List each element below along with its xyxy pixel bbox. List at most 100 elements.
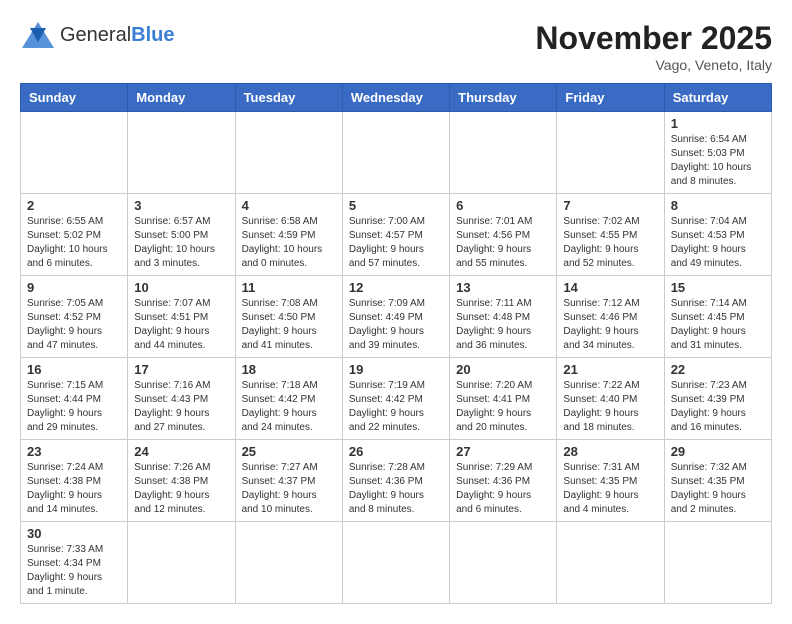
week-row-4: 16 Sunrise: 7:15 AM Sunset: 4:44 PM Dayli…: [21, 358, 772, 440]
day-number: 19: [349, 362, 443, 377]
day-cell: 28Sunrise: 7:31 AM Sunset: 4:35 PM Dayli…: [557, 440, 664, 522]
column-header-thursday: Thursday: [450, 84, 557, 112]
day-info: Sunrise: 7:18 AM Sunset: 4:42 PM Dayligh…: [242, 379, 336, 435]
day-cell: [21, 112, 128, 194]
day-number: 23: [27, 444, 121, 459]
day-number: 15: [671, 280, 765, 295]
day-cell: 27Sunrise: 7:29 AM Sunset: 4:36 PM Dayli…: [450, 440, 557, 522]
day-info: Sunrise: 7:33 AM Sunset: 4:34 PM Dayligh…: [27, 543, 121, 599]
month-title: November 2025: [535, 20, 772, 57]
day-cell: 13 Sunrise: 7:11 AM Sunset: 4:48 PM Dayli…: [450, 276, 557, 358]
day-number: 21: [563, 362, 657, 377]
day-number: 27: [456, 444, 550, 459]
week-row-2: 2 Sunrise: 6:55 AM Sunset: 5:02 PM Daylig…: [21, 194, 772, 276]
day-info: Sunrise: 7:22 AM Sunset: 4:40 PM Dayligh…: [563, 379, 657, 435]
day-info: Sunrise: 7:27 AM Sunset: 4:37 PM Dayligh…: [242, 461, 336, 517]
day-cell: 19 Sunrise: 7:19 AM Sunset: 4:42 PM Dayli…: [342, 358, 449, 440]
day-cell: [342, 522, 449, 604]
day-number: 28: [563, 444, 657, 459]
day-cell: 29 Sunrise: 7:32 AM Sunset: 4:35 PM Dayli…: [664, 440, 771, 522]
day-info: Sunrise: 7:12 AM Sunset: 4:46 PM Dayligh…: [563, 297, 657, 353]
day-info: Sunrise: 7:32 AM Sunset: 4:35 PM Dayligh…: [671, 461, 765, 517]
day-cell: 11Sunrise: 7:08 AM Sunset: 4:50 PM Dayli…: [235, 276, 342, 358]
day-info: Sunrise: 6:57 AM Sunset: 5:00 PM Dayligh…: [134, 215, 228, 271]
column-header-monday: Monday: [128, 84, 235, 112]
day-info: Sunrise: 7:09 AM Sunset: 4:49 PM Dayligh…: [349, 297, 443, 353]
day-info: Sunrise: 7:08 AM Sunset: 4:50 PM Dayligh…: [242, 297, 336, 353]
day-cell: 14 Sunrise: 7:12 AM Sunset: 4:46 PM Dayli…: [557, 276, 664, 358]
calendar-header-row: SundayMondayTuesdayWednesdayThursdayFrid…: [21, 84, 772, 112]
day-number: 6: [456, 198, 550, 213]
day-cell: [235, 112, 342, 194]
day-cell: 15 Sunrise: 7:14 AM Sunset: 4:45 PM Dayli…: [664, 276, 771, 358]
week-row-6: 30 Sunrise: 7:33 AM Sunset: 4:34 PM Dayli…: [21, 522, 772, 604]
day-info: Sunrise: 7:04 AM Sunset: 4:53 PM Dayligh…: [671, 215, 765, 271]
day-cell: [235, 522, 342, 604]
logo: GeneralBlue: [20, 20, 175, 50]
day-cell: 24 Sunrise: 7:26 AM Sunset: 4:38 PM Dayli…: [128, 440, 235, 522]
day-number: 20: [456, 362, 550, 377]
day-cell: [557, 522, 664, 604]
day-number: 7: [563, 198, 657, 213]
day-number: 22: [671, 362, 765, 377]
day-number: 9: [27, 280, 121, 295]
week-row-1: 1 Sunrise: 6:54 AM Sunset: 5:03 PM Daylig…: [21, 112, 772, 194]
day-cell: 21 Sunrise: 7:22 AM Sunset: 4:40 PM Dayli…: [557, 358, 664, 440]
day-cell: 4 Sunrise: 6:58 AM Sunset: 4:59 PM Daylig…: [235, 194, 342, 276]
location-subtitle: Vago, Veneto, Italy: [535, 57, 772, 73]
day-number: 3: [134, 198, 228, 213]
day-number: 29: [671, 444, 765, 459]
week-row-5: 23Sunrise: 7:24 AM Sunset: 4:38 PM Dayli…: [21, 440, 772, 522]
day-number: 25: [242, 444, 336, 459]
day-number: 8: [671, 198, 765, 213]
day-cell: 18Sunrise: 7:18 AM Sunset: 4:42 PM Dayli…: [235, 358, 342, 440]
day-cell: 7 Sunrise: 7:02 AM Sunset: 4:55 PM Daylig…: [557, 194, 664, 276]
day-cell: 3 Sunrise: 6:57 AM Sunset: 5:00 PM Daylig…: [128, 194, 235, 276]
day-number: 24: [134, 444, 228, 459]
day-info: Sunrise: 7:02 AM Sunset: 4:55 PM Dayligh…: [563, 215, 657, 271]
day-number: 13: [456, 280, 550, 295]
day-cell: [557, 112, 664, 194]
day-info: Sunrise: 7:28 AM Sunset: 4:36 PM Dayligh…: [349, 461, 443, 517]
day-info: Sunrise: 6:55 AM Sunset: 5:02 PM Dayligh…: [27, 215, 121, 271]
day-cell: [664, 522, 771, 604]
day-number: 1: [671, 116, 765, 131]
day-cell: [128, 112, 235, 194]
day-cell: 30 Sunrise: 7:33 AM Sunset: 4:34 PM Dayli…: [21, 522, 128, 604]
day-cell: 5Sunrise: 7:00 AM Sunset: 4:57 PM Daylig…: [342, 194, 449, 276]
day-info: Sunrise: 6:58 AM Sunset: 4:59 PM Dayligh…: [242, 215, 336, 271]
day-number: 14: [563, 280, 657, 295]
day-number: 2: [27, 198, 121, 213]
day-info: Sunrise: 7:16 AM Sunset: 4:43 PM Dayligh…: [134, 379, 228, 435]
day-cell: 20 Sunrise: 7:20 AM Sunset: 4:41 PM Dayli…: [450, 358, 557, 440]
day-info: Sunrise: 7:14 AM Sunset: 4:45 PM Dayligh…: [671, 297, 765, 353]
day-cell: [342, 112, 449, 194]
day-info: Sunrise: 6:54 AM Sunset: 5:03 PM Dayligh…: [671, 133, 765, 189]
day-info: Sunrise: 7:19 AM Sunset: 4:42 PM Dayligh…: [349, 379, 443, 435]
day-cell: 8 Sunrise: 7:04 AM Sunset: 4:53 PM Daylig…: [664, 194, 771, 276]
day-info: Sunrise: 7:20 AM Sunset: 4:41 PM Dayligh…: [456, 379, 550, 435]
column-header-friday: Friday: [557, 84, 664, 112]
day-cell: 2 Sunrise: 6:55 AM Sunset: 5:02 PM Daylig…: [21, 194, 128, 276]
column-header-wednesday: Wednesday: [342, 84, 449, 112]
day-number: 4: [242, 198, 336, 213]
day-number: 16: [27, 362, 121, 377]
day-cell: 1 Sunrise: 6:54 AM Sunset: 5:03 PM Daylig…: [664, 112, 771, 194]
day-info: Sunrise: 7:07 AM Sunset: 4:51 PM Dayligh…: [134, 297, 228, 353]
day-number: 26: [349, 444, 443, 459]
column-header-tuesday: Tuesday: [235, 84, 342, 112]
day-number: 30: [27, 526, 121, 541]
day-info: Sunrise: 7:26 AM Sunset: 4:38 PM Dayligh…: [134, 461, 228, 517]
day-info: Sunrise: 7:11 AM Sunset: 4:48 PM Dayligh…: [456, 297, 550, 353]
day-number: 12: [349, 280, 443, 295]
day-info: Sunrise: 7:05 AM Sunset: 4:52 PM Dayligh…: [27, 297, 121, 353]
day-cell: [450, 112, 557, 194]
day-info: Sunrise: 7:15 AM Sunset: 4:44 PM Dayligh…: [27, 379, 121, 435]
day-cell: 12 Sunrise: 7:09 AM Sunset: 4:49 PM Dayli…: [342, 276, 449, 358]
column-header-sunday: Sunday: [21, 84, 128, 112]
day-info: Sunrise: 7:01 AM Sunset: 4:56 PM Dayligh…: [456, 215, 550, 271]
day-cell: 23Sunrise: 7:24 AM Sunset: 4:38 PM Dayli…: [21, 440, 128, 522]
title-block: November 2025 Vago, Veneto, Italy: [535, 20, 772, 73]
week-row-3: 9 Sunrise: 7:05 AM Sunset: 4:52 PM Daylig…: [21, 276, 772, 358]
day-cell: 25 Sunrise: 7:27 AM Sunset: 4:37 PM Dayli…: [235, 440, 342, 522]
